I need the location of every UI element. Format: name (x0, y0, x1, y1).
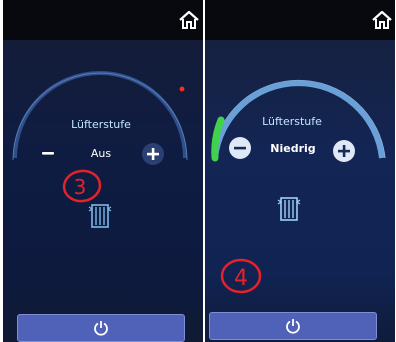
plus-icon (338, 145, 350, 157)
plus-icon (147, 148, 159, 160)
plus-button[interactable] (142, 143, 164, 165)
plus-button[interactable] (333, 140, 355, 162)
power-icon (286, 319, 300, 334)
fan-level-icon (277, 197, 301, 221)
svg-text:4: 4 (234, 266, 248, 291)
minus-icon (234, 146, 246, 150)
left-screen: Lüfterstufe Aus 3 (3, 0, 203, 342)
power-button[interactable] (17, 314, 185, 342)
annotation-mark: 4 (220, 258, 262, 294)
minus-button[interactable] (41, 146, 55, 160)
fan-level-title: Lüfterstufe (262, 115, 322, 128)
power-button[interactable] (209, 312, 377, 340)
fan-level-value: Aus (90, 147, 112, 160)
minus-button[interactable] (229, 137, 251, 159)
indicator-dot (179, 86, 185, 92)
right-screen: Lüfterstufe Niedrig 4 (205, 0, 395, 342)
fan-level-value: Niedrig (270, 142, 316, 155)
fan-level-icon (88, 204, 112, 228)
fan-level-title: Lüfterstufe (71, 118, 131, 131)
svg-text:3: 3 (74, 175, 87, 199)
power-icon (94, 321, 108, 336)
